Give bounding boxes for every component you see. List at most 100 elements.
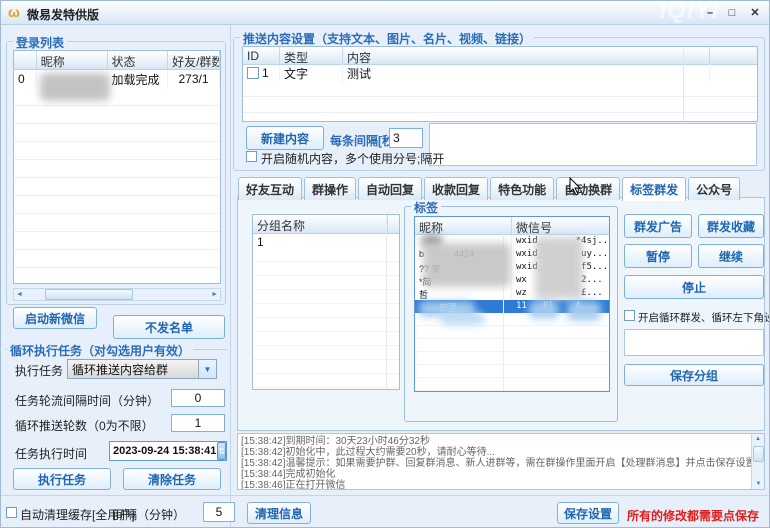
pause-button[interactable]: 暂停 [624, 244, 692, 268]
push-row-content: 测试 [343, 64, 710, 83]
app-window: IQIYI ω 微易发特供版 – □ ✕ 登录列表 昵称 状态 好友/群数 0 … [0, 0, 770, 528]
mass-send-ad-button[interactable]: 群发广告 [624, 214, 692, 238]
save-settings-button[interactable]: 保存设置 [557, 502, 619, 524]
login-col-count: 好友/群数 [168, 51, 220, 69]
new-content-button[interactable]: 新建内容 [246, 126, 324, 150]
maximize-button[interactable]: □ [723, 5, 741, 21]
start-new-wechat-button[interactable]: 启动新微信 [13, 307, 97, 329]
no-send-list-button[interactable]: 不发名单 [113, 315, 225, 339]
chevron-down-icon[interactable]: ▼ [198, 360, 216, 378]
per-message-gap-input[interactable]: 3 [389, 128, 423, 148]
footer-divider [1, 495, 770, 496]
group-name-divider [386, 215, 387, 389]
group-name-col-extra [388, 215, 399, 233]
log-line: [15:38:42]到期时间：30天23小时46分32秒 [241, 436, 761, 447]
stop-button[interactable]: 停止 [624, 275, 764, 299]
tab-special-features[interactable]: 特色功能 [490, 177, 554, 200]
push-col-content: 内容 [343, 47, 710, 64]
login-col-status: 状态 [108, 51, 169, 69]
tab-official-account[interactable]: 公众号 [688, 177, 740, 200]
tag-table-header: 昵称 微信号 [415, 217, 609, 235]
push-preview-box[interactable] [429, 123, 757, 166]
push-row-id: 1 [262, 66, 269, 80]
login-table[interactable]: 昵称 状态 好友/群数 0 加载完成 273/1 [13, 50, 221, 284]
random-content-checkbox[interactable] [246, 151, 257, 162]
cache-interval-input[interactable]: 5 [203, 502, 235, 522]
group-name-col: 分组名称 [253, 215, 388, 233]
login-row-index: 0 [14, 71, 37, 87]
push-empty-rows [243, 81, 757, 122]
mass-send-favorites-button[interactable]: 群发收藏 [698, 214, 764, 238]
group-name-row[interactable]: 1 [253, 234, 399, 248]
log-lines: [15:38:42]到期时间：30天23小时46分32秒 [15:38:42]初… [238, 434, 764, 490]
exec-time-input[interactable]: 2023-09-24 15:38:41 ⇅ [109, 441, 227, 461]
login-list-group: 登录列表 昵称 状态 好友/群数 0 加载完成 273/1 ◄ ► [6, 41, 226, 305]
exec-time-value: 2023-09-24 15:38:41 [113, 445, 216, 457]
exec-time-label: 任务执行时间 [15, 445, 87, 462]
resume-button[interactable]: 继续 [698, 244, 764, 268]
log-vscroll-thumb[interactable] [753, 446, 764, 462]
redaction-blur [529, 301, 559, 319]
tag-member-table[interactable]: 昵称 微信号 wxid_ *4sj... b 4424 wxid_ uy... … [414, 216, 610, 392]
tag-tab-panel: 分组名称 1 标签 昵称 微信号 wxid_ *4sj... [237, 197, 765, 431]
tag-row-nick: 哲 [415, 287, 512, 300]
group-name-header: 分组名称 [253, 215, 399, 234]
log-line: [15:38:46]正在打开微信 [241, 480, 761, 490]
tab-friend-interact[interactable]: 好友互动 [238, 177, 302, 200]
exec-task-combobox[interactable]: 循环推送内容给群 ▼ [67, 359, 217, 379]
loop-task-title: 循环执行任务（对勾选用户有效） [7, 342, 193, 359]
push-table[interactable]: ID 类型 内容 1 文字 测试 [242, 46, 758, 122]
clear-task-button[interactable]: 清除任务 [123, 468, 221, 490]
loop-mass-send-checkbox[interactable] [624, 310, 635, 321]
run-task-button[interactable]: 执行任务 [13, 468, 111, 490]
log-line: [15:38:42]初始化中，此过程大约需要20秒，请耐心等待... [241, 447, 761, 458]
push-row[interactable]: 1 文字 测试 [243, 65, 757, 81]
redacted-nickname-blur [40, 73, 110, 101]
group-name-empty-rows [253, 248, 399, 390]
save-group-button[interactable]: 保存分组 [624, 364, 764, 386]
push-col-extra [710, 47, 757, 64]
loop-rounds-input[interactable]: 1 [171, 414, 225, 432]
login-list-title: 登录列表 [13, 34, 67, 51]
loop-setting-input[interactable] [624, 329, 764, 356]
minimize-button[interactable]: – [701, 5, 719, 21]
login-col-index [14, 51, 37, 69]
loop-task-group: 循环执行任务（对勾选用户有效） 执行任务 循环推送内容给群 ▼ 任务轮流间隔时间… [5, 349, 227, 491]
exec-task-label: 执行任务 [15, 362, 63, 379]
loop-mass-send-label: 开启循环群发、循环左下角设置 [638, 310, 770, 325]
login-hscroll-thumb[interactable] [45, 289, 133, 300]
log-box[interactable]: [15:38:42]到期时间：30天23小时46分32秒 [15:38:42]初… [237, 433, 765, 490]
login-hscrollbar[interactable]: ◄ ► [13, 288, 221, 301]
tag-empty-rows [415, 313, 609, 393]
close-button[interactable]: ✕ [746, 5, 764, 21]
task-interval-label: 任务轮流间隔时间（分钟） [15, 392, 159, 409]
push-row-checkbox[interactable] [247, 67, 259, 79]
redaction-blur [441, 313, 485, 325]
scroll-down-icon[interactable]: ▼ [752, 479, 765, 489]
redaction-blur [535, 237, 583, 299]
push-row-type: 文字 [280, 64, 343, 83]
task-interval-input[interactable]: 0 [171, 389, 225, 407]
push-row-id-cell: 1 [243, 65, 280, 81]
title-bar: IQIYI ω 微易发特供版 – □ ✕ [1, 1, 770, 25]
push-table-header: ID 类型 内容 [243, 47, 757, 65]
group-name-table[interactable]: 分组名称 1 [252, 214, 400, 390]
tab-payment-reply[interactable]: 收款回复 [424, 177, 488, 200]
scroll-left-icon[interactable]: ◄ [14, 291, 25, 298]
tab-auto-reply[interactable]: 自动回复 [358, 177, 422, 200]
random-content-label: 开启随机内容，多个使用分号;隔开 [261, 150, 444, 167]
scroll-right-icon[interactable]: ► [209, 291, 220, 298]
push-row-extra [710, 72, 757, 74]
push-content-title: 推送内容设置（支持文本、图片、名片、视频、链接） [240, 30, 534, 47]
log-line: [15:38:44]完成初始化 [241, 469, 761, 480]
tab-tag-mass-send[interactable]: 标签群发 [622, 177, 686, 201]
tab-auto-switch-group[interactable]: 自动换群 [556, 177, 620, 200]
clean-info-button[interactable]: 清理信息 [247, 502, 311, 524]
auto-clean-cache-checkbox[interactable] [6, 507, 17, 518]
time-spinner-icon[interactable]: ⇅ [217, 442, 226, 460]
loop-rounds-label: 循环推送轮数（0为不限） [15, 417, 154, 434]
scroll-up-icon[interactable]: ▲ [752, 434, 764, 444]
tab-group-ops[interactable]: 群操作 [304, 177, 356, 200]
log-vscrollbar[interactable]: ▲ ▼ [751, 434, 764, 489]
log-line: [15:38:42]温馨提示：如果需要护群、回复群消息、新人进群等，需在群操作里… [241, 458, 761, 469]
